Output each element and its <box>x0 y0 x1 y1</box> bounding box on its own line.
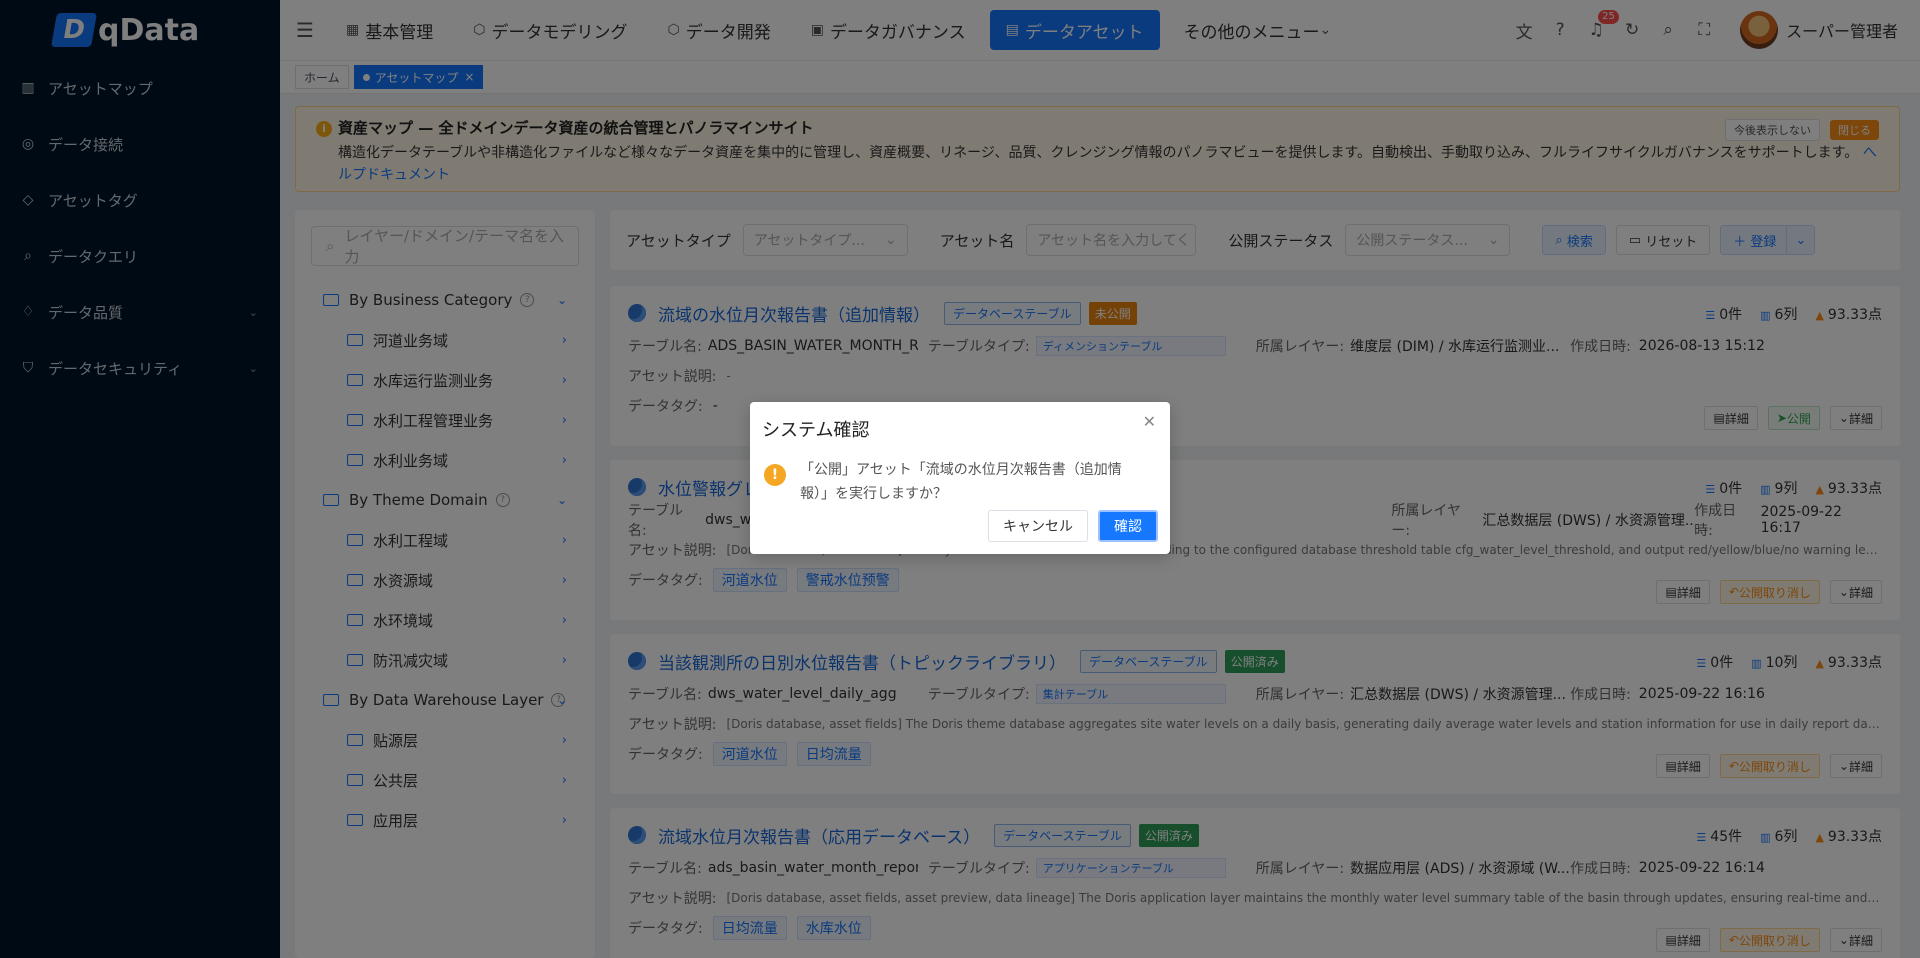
cancel-button[interactable]: キャンセル <box>988 510 1088 542</box>
confirm-button[interactable]: 確認 <box>1098 510 1158 542</box>
dialog-body: ! 「公開」アセット「流域の水位月次報告書（追加情報）」を実行しますか？ <box>762 458 1158 506</box>
dialog-title: システム確認 <box>762 420 870 441</box>
warning-icon: ! <box>764 464 786 486</box>
close-icon[interactable]: ✕ <box>1143 412 1156 431</box>
dialog-message: 「公開」アセット「流域の水位月次報告書（追加情報）」を実行しますか？ <box>800 462 1122 502</box>
dialog-buttons: キャンセル 確認 <box>988 510 1158 542</box>
confirm-dialog: システム確認 ✕ ! 「公開」アセット「流域の水位月次報告書（追加情報）」を実行… <box>750 402 1170 554</box>
